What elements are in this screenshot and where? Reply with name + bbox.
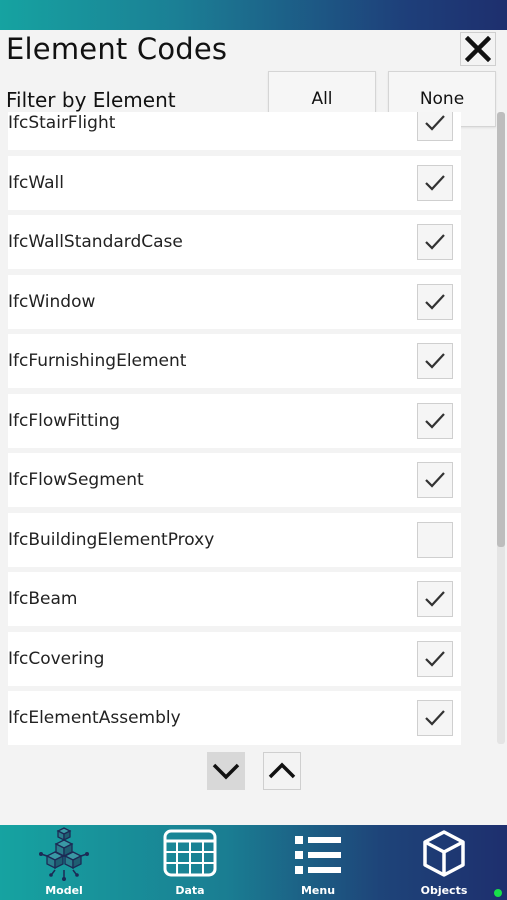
element-code-label: IfcWindow	[8, 291, 96, 312]
page-title: Element Codes	[6, 32, 228, 66]
element-code-label: IfcWallStandardCase	[8, 232, 183, 252]
list-item[interactable]: IfcWindow	[8, 274, 461, 329]
chevron-up-icon	[268, 762, 296, 779]
nav-data[interactable]: Data	[162, 825, 218, 900]
list-item[interactable]: IfcStairFlight	[8, 112, 461, 150]
bottom-nav: Model Data Menu Objects	[0, 825, 507, 900]
element-code-label: IfcElementAssembly	[8, 708, 181, 728]
checkmark-icon	[425, 472, 445, 488]
checkmark-icon	[425, 650, 445, 667]
close-button[interactable]	[460, 32, 496, 66]
checkmark-icon	[425, 115, 445, 131]
element-list[interactable]: IfcStairFlight IfcWall IfcWallStandardCase…	[0, 112, 507, 762]
list-item[interactable]: IfcFlowSegment	[8, 453, 461, 507]
list-item[interactable]: IfcWallStandardCase	[8, 215, 461, 269]
nav-menu-label: Menu	[300, 884, 336, 897]
chevron-down-icon	[212, 763, 240, 780]
list-item[interactable]: IfcElementAssembly	[8, 691, 461, 745]
element-checkbox[interactable]	[417, 640, 453, 677]
checkmark-icon	[425, 710, 445, 726]
element-code-label: IfcBeam	[8, 589, 78, 609]
element-code-label: IfcStairFlight	[8, 113, 116, 133]
checkmark-icon	[425, 412, 445, 429]
list-scrollbar[interactable]	[497, 112, 505, 744]
list-item[interactable]: IfcWall	[8, 155, 461, 210]
nav-model[interactable]: Model	[36, 825, 92, 900]
element-code-label: IfcWall	[8, 172, 64, 193]
table-grid-icon	[163, 829, 217, 877]
element-checkbox[interactable]	[417, 462, 453, 498]
checkmark-icon	[425, 293, 445, 310]
element-code-label: IfcCovering	[8, 648, 105, 669]
element-checkbox[interactable]	[417, 581, 453, 617]
element-checkbox[interactable]	[417, 521, 453, 558]
element-checkbox[interactable]	[417, 283, 453, 320]
nav-objects[interactable]: Objects	[416, 825, 472, 900]
list-item[interactable]: IfcBuildingElementProxy	[8, 512, 461, 567]
checkmark-icon	[425, 591, 445, 607]
element-checkbox[interactable]	[417, 164, 453, 201]
checkmark-icon	[425, 234, 445, 250]
top-status-bar	[0, 0, 507, 30]
checkmark-icon	[425, 353, 445, 369]
list-menu-icon	[295, 836, 341, 874]
nav-menu[interactable]: Menu	[290, 825, 346, 900]
element-checkbox[interactable]	[417, 112, 453, 141]
list-item[interactable]: IfcFlowFitting	[8, 393, 461, 448]
list-item[interactable]: IfcBeam	[8, 572, 461, 626]
cube-icon	[423, 830, 465, 877]
element-checkbox[interactable]	[417, 700, 453, 736]
element-checkbox[interactable]	[417, 343, 453, 379]
nav-model-label: Model	[45, 884, 83, 897]
element-code-label: IfcFlowFitting	[8, 410, 121, 431]
connection-status-dot	[494, 889, 502, 897]
checkmark-icon	[425, 174, 445, 191]
filter-by-element-label: Filter by Element	[6, 88, 176, 112]
element-code-label: IfcBuildingElementProxy	[8, 529, 215, 550]
element-code-label: IfcFlowSegment	[8, 470, 144, 490]
nav-data-label: Data	[175, 884, 205, 897]
close-icon	[465, 36, 491, 62]
element-code-label: IfcFurnishingElement	[8, 351, 187, 371]
model-cubes-icon	[39, 827, 89, 881]
scrollbar-thumb[interactable]	[497, 112, 505, 547]
list-item[interactable]: IfcCovering	[8, 631, 461, 686]
scroll-up-button[interactable]	[263, 752, 301, 790]
scroll-down-button[interactable]	[207, 752, 245, 790]
element-checkbox[interactable]	[417, 224, 453, 260]
element-checkbox[interactable]	[417, 402, 453, 439]
nav-objects-label: Objects	[420, 884, 468, 897]
list-item[interactable]: IfcFurnishingElement	[8, 334, 461, 388]
